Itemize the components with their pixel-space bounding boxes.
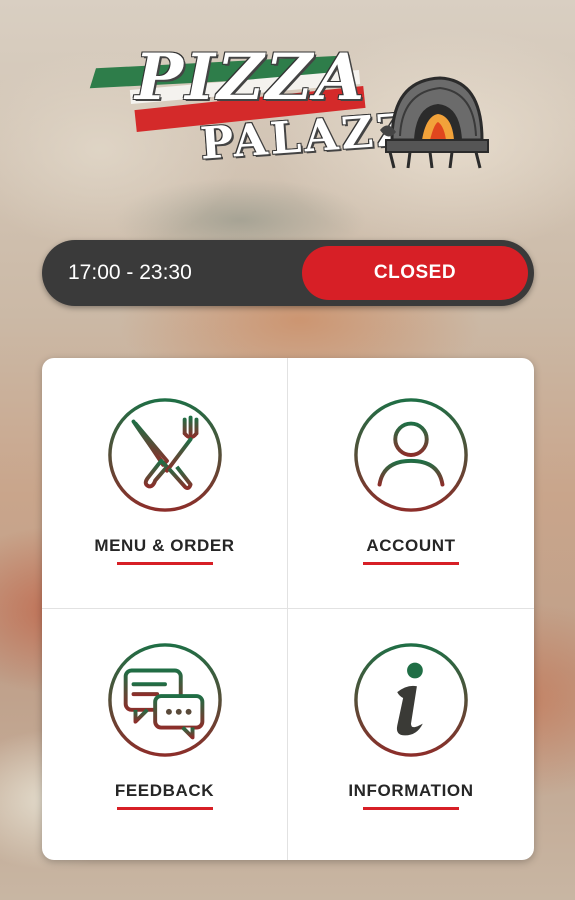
information-label: INFORMATION bbox=[348, 781, 474, 800]
menu-order-tile[interactable]: MENU & ORDER bbox=[42, 358, 288, 609]
main-menu-grid: MENU & ORDER ACCOUNT FEEDBACK INFORMATIO… bbox=[42, 358, 534, 860]
opening-hours-text: 17:00 - 23:30 bbox=[68, 261, 192, 284]
account-label: ACCOUNT bbox=[366, 536, 456, 555]
chat-bubbles-icon bbox=[107, 643, 222, 757]
opening-hours-bar: 17:00 - 23:30 CLOSED bbox=[42, 240, 534, 306]
pizza-oven-icon bbox=[380, 76, 489, 169]
info-icon bbox=[354, 643, 468, 757]
logo-word-pizza: PIZZA bbox=[135, 40, 367, 115]
feedback-label: FEEDBACK bbox=[114, 781, 215, 800]
user-icon bbox=[354, 398, 468, 512]
fork-knife-icon bbox=[107, 398, 222, 512]
status-badge: CLOSED bbox=[302, 246, 528, 300]
account-tile[interactable]: ACCOUNT bbox=[288, 358, 534, 609]
feedback-tile[interactable]: FEEDBACK bbox=[42, 609, 288, 860]
account-underline bbox=[363, 562, 459, 565]
information-underline bbox=[363, 807, 459, 810]
information-tile[interactable]: INFORMATION bbox=[288, 609, 534, 860]
feedback-underline bbox=[116, 807, 213, 810]
menu-order-underline bbox=[116, 562, 213, 565]
brand-logo: PIZZA PALAZZO bbox=[89, 40, 500, 175]
menu-order-label: MENU & ORDER bbox=[94, 536, 235, 555]
